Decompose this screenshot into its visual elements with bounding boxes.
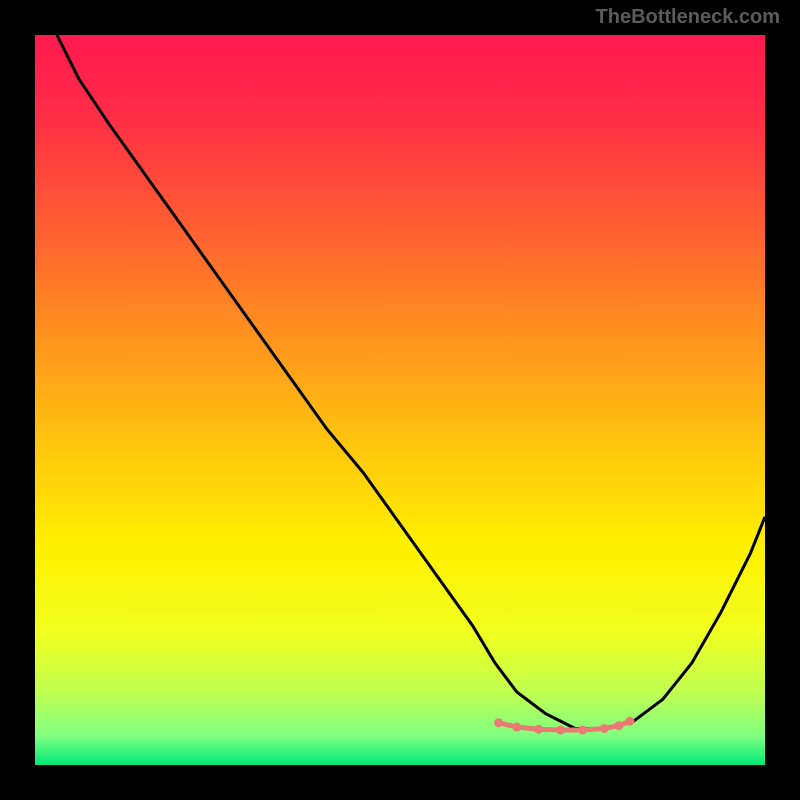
chart-container: TheBottleneck.com bbox=[0, 0, 800, 800]
highlight-dot bbox=[534, 725, 543, 734]
highlight-dot bbox=[615, 721, 624, 730]
gradient-background bbox=[35, 35, 765, 765]
highlight-dot bbox=[600, 724, 609, 733]
highlight-dot bbox=[512, 723, 521, 732]
chart-svg bbox=[35, 35, 765, 765]
plot-area bbox=[35, 35, 765, 765]
highlight-dot bbox=[578, 726, 587, 735]
watermark-text: TheBottleneck.com bbox=[596, 6, 780, 29]
highlight-dot bbox=[625, 717, 634, 726]
highlight-dot bbox=[556, 726, 565, 735]
highlight-dot bbox=[494, 718, 503, 727]
